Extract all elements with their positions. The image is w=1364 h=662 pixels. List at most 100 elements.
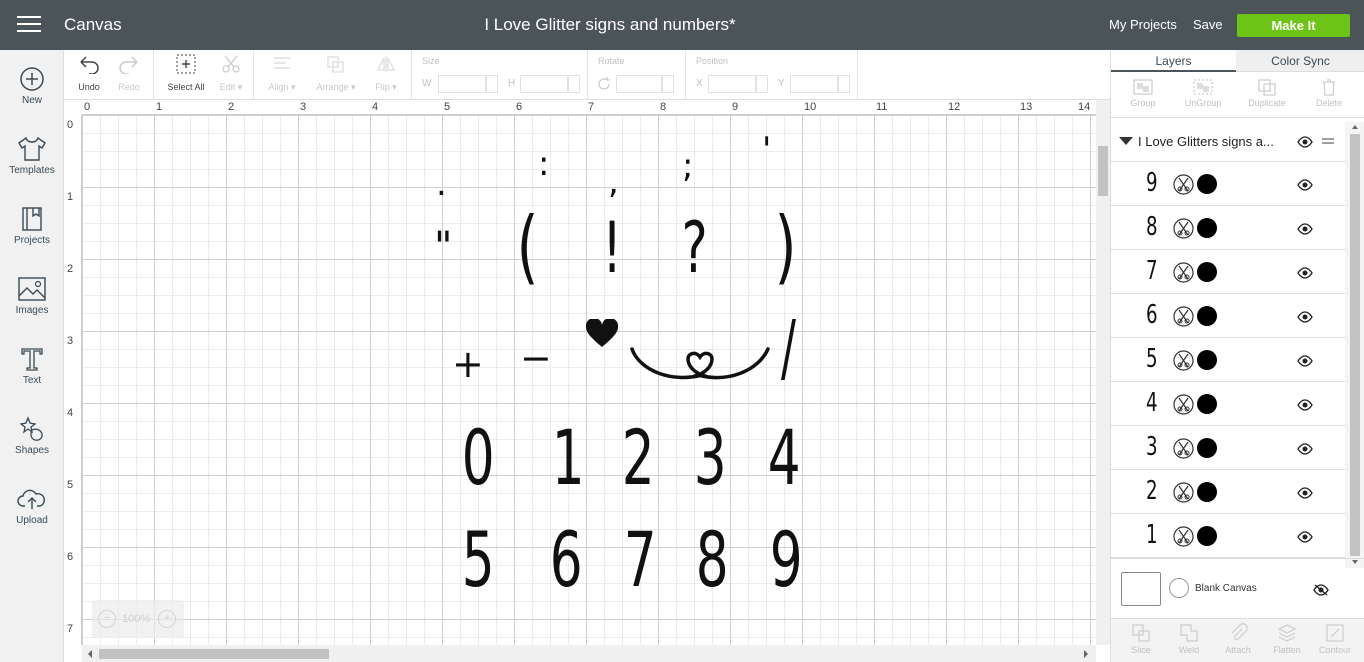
sidebar-item-upload[interactable]: Upload bbox=[0, 486, 64, 556]
sidebar-item-images[interactable]: Images bbox=[0, 276, 64, 346]
select-all-button[interactable]: Select All bbox=[162, 54, 210, 92]
contour-button[interactable]: Contour bbox=[1311, 623, 1359, 655]
cut-icon[interactable] bbox=[1173, 394, 1194, 415]
make-it-button[interactable]: Make It bbox=[1237, 14, 1350, 37]
glyph-close-paren[interactable]: ) bbox=[775, 207, 797, 287]
cut-icon[interactable] bbox=[1173, 482, 1194, 503]
glyph-comma[interactable]: , bbox=[608, 165, 619, 199]
blank-canvas-row[interactable]: Blank Canvas bbox=[1111, 558, 1364, 618]
sidebar-item-projects[interactable]: Projects bbox=[0, 206, 64, 276]
collapse-caret-icon[interactable] bbox=[1119, 137, 1133, 145]
eye-icon[interactable] bbox=[1297, 136, 1313, 148]
cut-icon[interactable] bbox=[1173, 438, 1194, 459]
canvas-swatch[interactable] bbox=[1121, 572, 1161, 606]
undo-button[interactable]: Undo bbox=[74, 54, 104, 92]
attach-button[interactable]: Attach bbox=[1214, 623, 1262, 655]
layer-row[interactable]: 7 bbox=[1111, 250, 1345, 294]
cut-icon[interactable] bbox=[1173, 526, 1194, 547]
group-button[interactable]: Group bbox=[1113, 78, 1173, 108]
layer-row[interactable]: 4 bbox=[1111, 382, 1345, 426]
zoom-in-button[interactable]: + bbox=[158, 610, 176, 628]
glyph-question[interactable]: ? bbox=[682, 213, 708, 283]
layer-row[interactable]: 9 bbox=[1111, 162, 1345, 206]
layer-row[interactable]: 5 bbox=[1111, 338, 1345, 382]
layer-row[interactable]: 8 bbox=[1111, 206, 1345, 250]
eye-icon[interactable] bbox=[1297, 355, 1313, 367]
x-stepper[interactable] bbox=[756, 75, 768, 93]
color-swatch[interactable] bbox=[1197, 218, 1217, 238]
eye-hidden-icon[interactable] bbox=[1313, 584, 1329, 596]
glyph-digit-9[interactable]: 9 bbox=[770, 522, 803, 598]
layer-row[interactable]: 3 bbox=[1111, 426, 1345, 470]
cut-icon[interactable] bbox=[1173, 174, 1194, 195]
weld-button[interactable]: Weld bbox=[1165, 623, 1213, 655]
scrollbar-thumb[interactable] bbox=[99, 649, 329, 659]
eye-icon[interactable] bbox=[1297, 179, 1313, 191]
canvas-vertical-scrollbar[interactable] bbox=[1096, 100, 1110, 645]
color-swatch[interactable] bbox=[1197, 262, 1217, 282]
height-input[interactable] bbox=[520, 75, 568, 93]
glyph-semicolon[interactable]: ; bbox=[682, 149, 693, 183]
eye-icon[interactable] bbox=[1297, 487, 1313, 499]
width-stepper[interactable] bbox=[486, 75, 498, 93]
layers-scrollbar[interactable] bbox=[1345, 122, 1364, 568]
color-swatch[interactable] bbox=[1197, 526, 1217, 546]
glyph-double-quote[interactable]: " bbox=[434, 227, 452, 267]
save-button[interactable]: Save bbox=[1193, 17, 1223, 32]
eye-icon[interactable] bbox=[1297, 399, 1313, 411]
glyph-digit-3[interactable]: 3 bbox=[694, 420, 727, 496]
glyph-digit-2[interactable]: 2 bbox=[622, 420, 655, 496]
layer-row[interactable]: 1 bbox=[1111, 514, 1345, 558]
eye-icon[interactable] bbox=[1297, 267, 1313, 279]
align-button[interactable]: Align ▾ bbox=[260, 54, 304, 93]
scrollbar-thumb[interactable] bbox=[1098, 146, 1108, 196]
flatten-button[interactable]: Flatten bbox=[1263, 623, 1311, 655]
cut-icon[interactable] bbox=[1173, 262, 1194, 283]
tab-color-sync[interactable]: Color Sync bbox=[1236, 50, 1364, 72]
cut-icon[interactable] bbox=[1173, 218, 1194, 239]
eye-icon[interactable] bbox=[1297, 531, 1313, 543]
glyph-apostrophe[interactable]: ' bbox=[762, 133, 771, 167]
scroll-left-icon[interactable] bbox=[86, 649, 94, 659]
cut-icon[interactable] bbox=[1173, 306, 1194, 327]
zoom-out-button[interactable]: − bbox=[98, 610, 116, 628]
cut-icon[interactable] bbox=[1173, 350, 1194, 371]
scrollbar-thumb[interactable] bbox=[1350, 134, 1360, 556]
layer-row[interactable]: 6 bbox=[1111, 294, 1345, 338]
flip-button[interactable]: Flip ▾ bbox=[366, 54, 406, 93]
glyph-digit-8[interactable]: 8 bbox=[696, 522, 729, 598]
drag-handle-icon[interactable] bbox=[1321, 136, 1335, 146]
glyph-period[interactable]: . bbox=[436, 167, 447, 201]
ungroup-button[interactable]: UnGroup bbox=[1173, 78, 1233, 108]
delete-button[interactable]: Delete bbox=[1299, 78, 1359, 108]
color-swatch[interactable] bbox=[1197, 482, 1217, 502]
arrange-button[interactable]: Arrange ▾ bbox=[308, 54, 364, 93]
canvas-grid[interactable]: . : , ; ' " ( ! ? ) + − / 0 1 2 3 4 5 6 … bbox=[82, 115, 1096, 645]
color-swatch[interactable] bbox=[1197, 174, 1217, 194]
glyph-minus[interactable]: − bbox=[520, 339, 552, 377]
rotate-input[interactable] bbox=[616, 75, 662, 93]
glyph-plus[interactable]: + bbox=[452, 345, 484, 383]
glyph-digit-1[interactable]: 1 bbox=[552, 420, 585, 496]
redo-button[interactable]: Redo bbox=[114, 54, 144, 92]
sidebar-item-shapes[interactable]: Shapes bbox=[0, 416, 64, 486]
glyph-digit-7[interactable]: 7 bbox=[624, 522, 657, 598]
glyph-digit-6[interactable]: 6 bbox=[550, 522, 583, 598]
glyph-colon[interactable]: : bbox=[538, 147, 549, 181]
y-stepper[interactable] bbox=[838, 75, 850, 93]
eye-icon[interactable] bbox=[1297, 223, 1313, 235]
glyph-slash[interactable]: / bbox=[781, 311, 796, 385]
heart-icon[interactable] bbox=[584, 319, 620, 349]
color-swatch[interactable] bbox=[1197, 306, 1217, 326]
rotate-stepper[interactable] bbox=[662, 75, 674, 93]
sidebar-item-text[interactable]: Text bbox=[0, 346, 64, 416]
slice-button[interactable]: Slice bbox=[1117, 623, 1165, 655]
glyph-digit-0[interactable]: 0 bbox=[462, 420, 495, 496]
duplicate-button[interactable]: Duplicate bbox=[1237, 78, 1297, 108]
color-swatch[interactable] bbox=[1197, 438, 1217, 458]
layer-group-row[interactable]: I Love Glitters signs a... bbox=[1111, 122, 1345, 162]
color-swatch[interactable] bbox=[1197, 394, 1217, 414]
y-input[interactable] bbox=[790, 75, 838, 93]
glyph-digit-4[interactable]: 4 bbox=[768, 420, 801, 496]
eye-icon[interactable] bbox=[1297, 311, 1313, 323]
